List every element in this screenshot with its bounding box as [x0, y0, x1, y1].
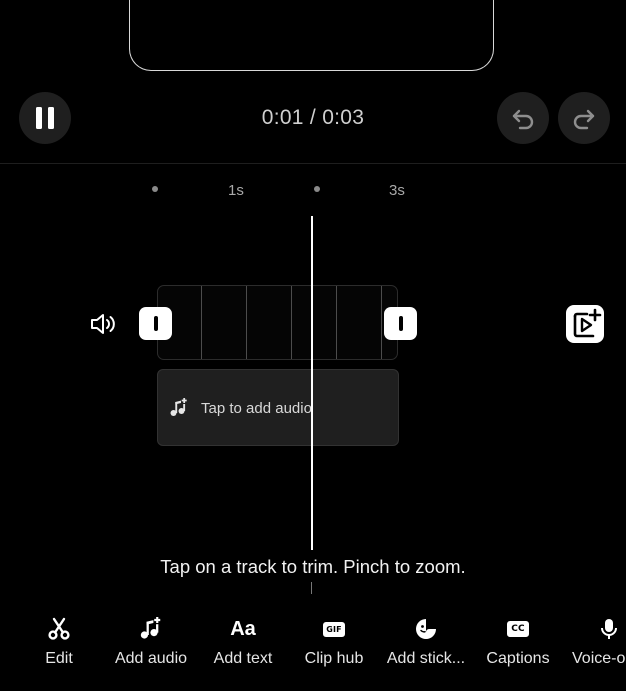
trim-handle-end[interactable]: [384, 307, 417, 340]
cc-icon: CC: [507, 612, 529, 646]
ruler-dot: [152, 186, 158, 192]
sticker-icon: [414, 612, 438, 646]
tool-clip-hub[interactable]: GIF Clip hub: [289, 612, 379, 668]
tool-label: Edit: [45, 650, 73, 667]
frame-divider: [291, 286, 292, 359]
tool-label: Captions: [486, 650, 550, 667]
video-clip-track[interactable]: [157, 285, 398, 360]
speaker-volume-icon: [91, 314, 115, 334]
music-note-add-icon: [169, 398, 189, 423]
divider: [0, 163, 626, 164]
tool-label: Voice-o: [572, 650, 626, 667]
text-aa-icon: Aa: [230, 617, 256, 640]
playhead[interactable]: [311, 216, 313, 550]
tool-label: Add stick...: [386, 650, 466, 667]
tool-captions[interactable]: CC Captions: [473, 612, 563, 668]
add-clip-button[interactable]: [566, 305, 604, 348]
ruler-label-3s: 3s: [389, 182, 405, 199]
redo-icon: [573, 109, 595, 130]
volume-button[interactable]: [89, 311, 117, 342]
frame-divider: [201, 286, 202, 359]
add-video-clip-icon: [566, 305, 604, 343]
frame-divider: [336, 286, 337, 359]
undo-button[interactable]: [497, 92, 549, 144]
ruler-label-1s: 1s: [228, 182, 244, 199]
tool-add-audio[interactable]: Add audio: [106, 612, 196, 668]
redo-button[interactable]: [558, 92, 610, 144]
ruler-dot: [314, 186, 320, 192]
timeline-hint: Tap on a track to trim. Pinch to zoom.: [160, 556, 466, 577]
tool-voice-over[interactable]: Voice-o: [572, 612, 626, 668]
scissors-icon: [47, 612, 71, 646]
music-note-add-icon: [139, 612, 163, 646]
undo-icon: [512, 109, 534, 130]
gif-icon: GIF: [323, 612, 345, 646]
frame-divider: [246, 286, 247, 359]
tool-add-text[interactable]: Aa Add text: [198, 612, 288, 668]
tool-label: Clip hub: [304, 650, 364, 667]
tool-label: Add audio: [114, 650, 188, 667]
tool-edit[interactable]: Edit: [14, 612, 104, 668]
trim-handle-start[interactable]: [139, 307, 172, 340]
microphone-icon: [572, 612, 626, 646]
audio-track-prompt: Tap to add audio: [201, 400, 312, 417]
tool-label: Add text: [213, 650, 273, 667]
playhead-tail: [311, 582, 312, 594]
video-preview[interactable]: [129, 0, 494, 71]
tool-add-sticker[interactable]: Add stick...: [381, 612, 471, 668]
frame-divider: [381, 286, 382, 359]
